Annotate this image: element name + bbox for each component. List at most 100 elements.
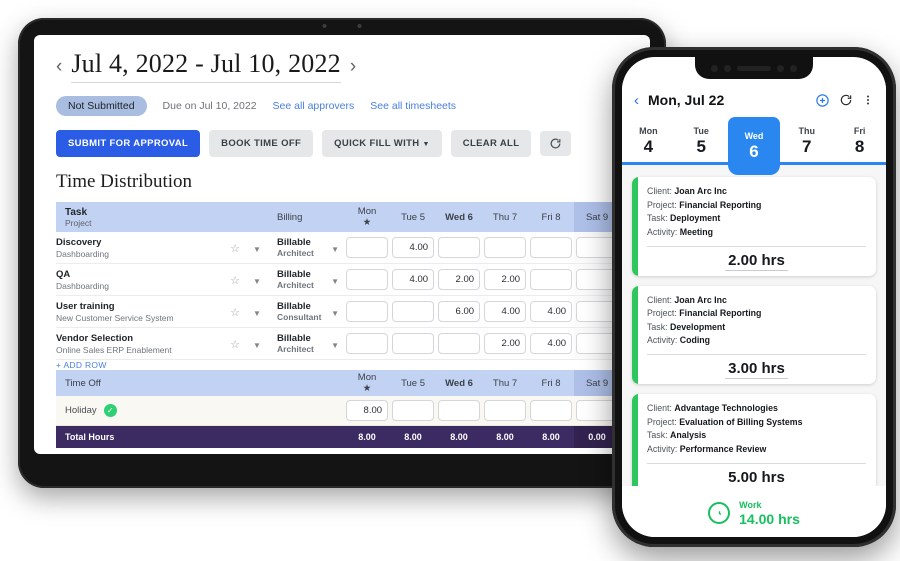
page-title: Jul 4, 2022 - Jul 10, 2022 (71, 49, 341, 83)
task-name: Discovery (56, 236, 102, 248)
plus-circle-icon (816, 93, 829, 107)
hours-input[interactable] (346, 333, 389, 354)
chevron-down-icon[interactable]: ▼ (331, 341, 339, 350)
time-entry-card[interactable]: Client: Joan Arc Inc Project: Financial … (632, 285, 876, 384)
col-header-wed[interactable]: Wed 6 (436, 370, 483, 396)
check-circle-icon: ✓ (103, 404, 117, 417)
chevron-down-icon: ▼ (422, 141, 430, 148)
col-header-fri[interactable]: Fri 8 (528, 370, 575, 396)
holiday-hours-input[interactable] (392, 400, 435, 421)
card-hours[interactable]: 3.00 hrs (647, 354, 866, 379)
col-header-tue[interactable]: Tue 5 (390, 370, 437, 396)
timesheet-meta-row: Not Submitted Due on Jul 10, 2022 See al… (56, 96, 650, 116)
task-cell[interactable]: Discovery Dashboarding (56, 232, 224, 264)
col-header-wed[interactable]: Wed 6 (436, 202, 483, 232)
col-header-tue[interactable]: Tue 5 (390, 202, 437, 232)
hours-input[interactable] (392, 301, 435, 322)
hours-input[interactable] (392, 237, 435, 258)
add-entry-button[interactable] (815, 93, 830, 108)
refresh-button[interactable] (839, 93, 853, 107)
star-filled-icon: ★ (362, 383, 372, 394)
holiday-hours-input[interactable] (346, 400, 389, 421)
col-header-thu[interactable]: Thu 7 (482, 370, 529, 396)
book-time-off-button[interactable]: BOOK TIME OFF (209, 130, 314, 157)
hours-input[interactable] (346, 301, 389, 322)
hours-input[interactable] (530, 301, 573, 322)
billing-type: Billable (277, 269, 311, 280)
overflow-menu-button[interactable] (862, 93, 874, 107)
chevron-right-icon[interactable]: › (350, 57, 356, 76)
task-value: Analysis (670, 430, 707, 441)
holiday-hours-input[interactable] (438, 400, 481, 421)
hours-input[interactable] (484, 269, 527, 290)
time-entry-card[interactable]: Client: Advantage Technologies Project: … (632, 394, 876, 486)
chevron-down-icon[interactable]: ▼ (253, 309, 261, 318)
section-title: Time Distribution (56, 171, 193, 192)
chevron-down-icon[interactable]: ▼ (253, 341, 261, 350)
see-all-approvers-link[interactable]: See all approvers (273, 100, 355, 112)
day-pill-wed[interactable]: Wed 6 (727, 117, 781, 175)
hours-input[interactable] (484, 301, 527, 322)
day-number: 8 (854, 136, 865, 156)
card-hours[interactable]: 5.00 hrs (647, 462, 866, 486)
hours-input[interactable] (438, 237, 481, 258)
task-cell[interactable]: Vendor Selection Online Sales ERP Enable… (56, 328, 224, 360)
submit-for-approval-button[interactable]: SUBMIT FOR APPROVAL (56, 130, 201, 157)
col-header-mon-label: Mon (357, 206, 377, 217)
col-header-mon[interactable]: Mon ★ (344, 370, 391, 396)
billing-role: Consultant (277, 312, 322, 322)
holiday-hours-input[interactable] (530, 400, 573, 421)
see-all-timesheets-link[interactable]: See all timesheets (370, 100, 456, 112)
holiday-hours-input[interactable] (484, 400, 527, 421)
hours-input[interactable] (392, 333, 435, 354)
chevron-left-icon[interactable]: ‹ (56, 57, 62, 76)
task-cell[interactable]: User training New Customer Service Syste… (56, 296, 224, 328)
day-pill-thu[interactable]: Thu 7 (780, 117, 833, 165)
col-header-fri[interactable]: Fri 8 (528, 202, 575, 232)
day-number: 6 (749, 141, 759, 161)
front-camera-icon (790, 64, 797, 72)
project-label: Project: (647, 416, 677, 427)
chevron-down-icon[interactable]: ▼ (331, 309, 339, 318)
hours-input[interactable] (530, 237, 573, 258)
hours-input[interactable] (530, 269, 573, 290)
hours-input[interactable] (484, 333, 527, 354)
status-badge: Not Submitted (56, 96, 147, 116)
hours-input[interactable] (346, 269, 389, 290)
project-value: Financial Reporting (679, 308, 762, 319)
chevron-down-icon[interactable]: ▼ (253, 245, 261, 254)
day-pill-mon[interactable]: Mon 4 (622, 117, 675, 165)
time-entry-card[interactable]: Client: Joan Arc Inc Project: Financial … (632, 177, 876, 276)
activity-label: Activity: (647, 443, 678, 454)
hours-input[interactable] (392, 269, 435, 290)
clear-all-button[interactable]: CLEAR ALL (450, 130, 532, 157)
client-value: Advantage Technologies (674, 403, 778, 413)
day-pill-tue[interactable]: Tue 5 (675, 117, 728, 165)
phone-title: Mon, Jul 22 (648, 92, 725, 108)
hours-input[interactable] (530, 333, 573, 354)
hours-input[interactable] (484, 237, 527, 258)
col-header-thu[interactable]: Thu 7 (482, 202, 529, 232)
time-entry-card-list[interactable]: Client: Joan Arc Inc Project: Financial … (622, 165, 886, 486)
chevron-down-icon[interactable]: ▼ (331, 277, 339, 286)
star-icon[interactable]: ☆ (230, 275, 240, 287)
chevron-down-icon[interactable]: ▼ (253, 277, 261, 286)
add-row-link[interactable]: + ADD ROW (56, 360, 650, 370)
star-icon[interactable]: ☆ (230, 339, 240, 351)
col-header-mon[interactable]: Mon ★ (344, 202, 391, 232)
task-cell[interactable]: QA Dashboarding (56, 264, 224, 296)
star-icon[interactable]: ☆ (230, 243, 240, 255)
quick-fill-with-button[interactable]: QUICK FILL WITH ▼ (322, 130, 442, 157)
star-icon[interactable]: ☆ (230, 307, 240, 319)
hours-input[interactable] (346, 237, 389, 258)
card-hours[interactable]: 2.00 hrs (647, 245, 866, 271)
hours-input[interactable] (438, 301, 481, 322)
hours-input[interactable] (438, 269, 481, 290)
card-hours-value: 5.00 hrs (725, 468, 788, 486)
chevron-down-icon[interactable]: ▼ (331, 245, 339, 254)
refresh-button[interactable] (540, 131, 572, 156)
timer-icon (708, 502, 731, 524)
hours-input[interactable] (438, 333, 481, 354)
chevron-left-icon[interactable]: ‹ (634, 92, 639, 109)
day-pill-fri[interactable]: Fri 8 (833, 117, 886, 165)
